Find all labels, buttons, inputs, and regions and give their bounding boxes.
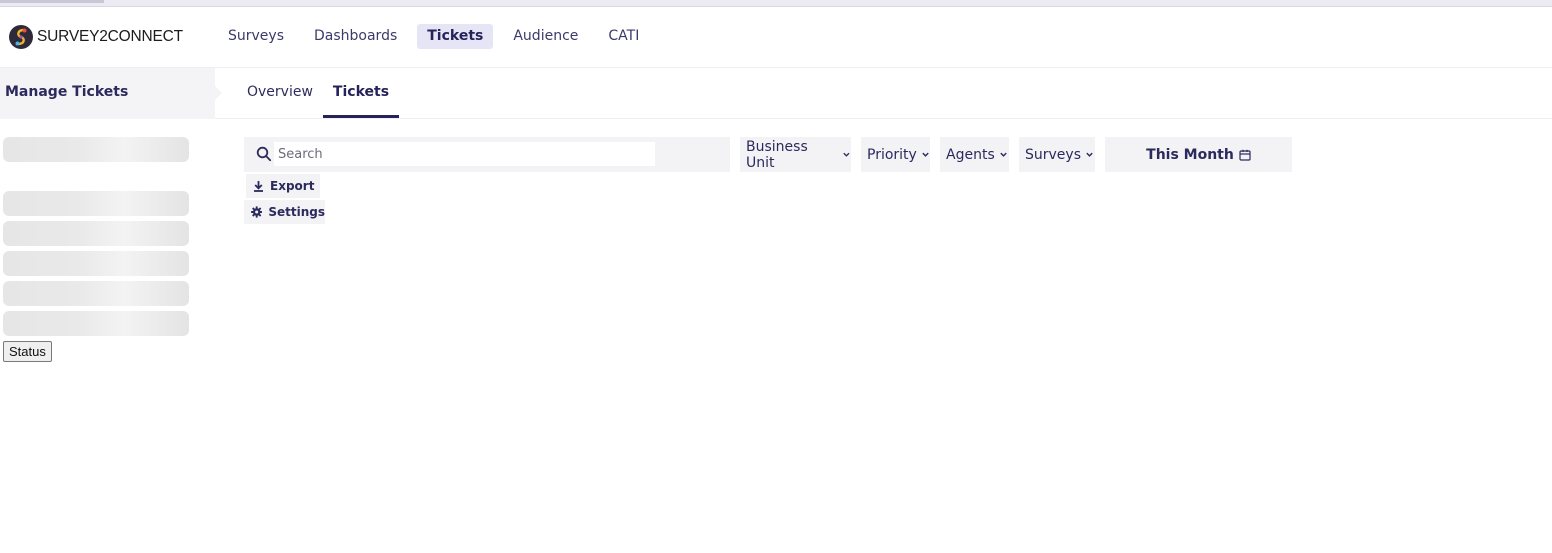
settings-button[interactable]: Settings xyxy=(244,200,325,224)
nav-item-audience[interactable]: Audience xyxy=(503,24,588,49)
brand[interactable]: SURVEY2CONNECT xyxy=(9,25,183,49)
skeleton-placeholder xyxy=(3,191,189,216)
top-navbar: SURVEY2CONNECT Surveys Dashboards Ticket… xyxy=(0,7,1552,68)
download-icon xyxy=(254,181,263,192)
gear-icon xyxy=(251,206,263,218)
chevron-down-icon xyxy=(843,152,850,157)
chevron-down-icon xyxy=(1086,152,1093,157)
priority-label: Priority xyxy=(867,146,917,163)
brand-name: SURVEY2CONNECT xyxy=(37,28,183,45)
export-button[interactable]: Export xyxy=(246,174,320,198)
nav-item-dashboards[interactable]: Dashboards xyxy=(304,24,407,49)
surveys-label: Surveys xyxy=(1025,146,1081,163)
date-range-button[interactable]: This Month xyxy=(1105,137,1292,172)
business-unit-dropdown[interactable]: Business Unit xyxy=(740,137,851,172)
business-unit-label: Business Unit xyxy=(746,138,808,171)
skeleton-placeholder xyxy=(3,311,189,336)
subtabs: Overview Tickets xyxy=(237,68,400,119)
agents-label: Agents xyxy=(946,146,995,163)
skeleton-placeholder xyxy=(3,137,189,162)
skeleton-placeholder xyxy=(3,221,189,246)
surveys-dropdown[interactable]: Surveys xyxy=(1019,137,1095,172)
chevron-down-icon xyxy=(1000,152,1007,157)
agents-dropdown[interactable]: Agents xyxy=(940,137,1009,172)
nav-item-cati[interactable]: CATI xyxy=(598,24,649,49)
nav-item-tickets[interactable]: Tickets xyxy=(417,24,494,49)
status-button[interactable]: Status xyxy=(3,341,52,362)
search-icon xyxy=(256,146,272,162)
export-label: Export xyxy=(270,179,315,193)
browser-top-strip xyxy=(0,0,1552,7)
survey2connect-logo-icon xyxy=(9,25,33,49)
priority-dropdown[interactable]: Priority xyxy=(861,137,930,172)
calendar-icon xyxy=(1239,149,1251,161)
tab-overview[interactable]: Overview xyxy=(237,68,323,118)
skeleton-placeholder xyxy=(3,281,189,306)
search-input[interactable] xyxy=(274,142,655,166)
browser-tab-sliver xyxy=(0,0,104,3)
date-range-label: This Month xyxy=(1146,146,1234,163)
tab-tickets[interactable]: Tickets xyxy=(322,68,400,118)
search-box xyxy=(244,137,730,172)
sidebar-header: Manage Tickets xyxy=(0,68,222,119)
skeleton-placeholder xyxy=(3,251,189,276)
subtabs-divider xyxy=(215,118,1552,119)
sidebar-title: Manage Tickets xyxy=(5,84,129,100)
nav-item-surveys[interactable]: Surveys xyxy=(218,24,294,49)
main-nav: Surveys Dashboards Tickets Audience CATI xyxy=(218,24,659,49)
chevron-down-icon xyxy=(922,152,929,157)
settings-label: Settings xyxy=(268,205,325,219)
